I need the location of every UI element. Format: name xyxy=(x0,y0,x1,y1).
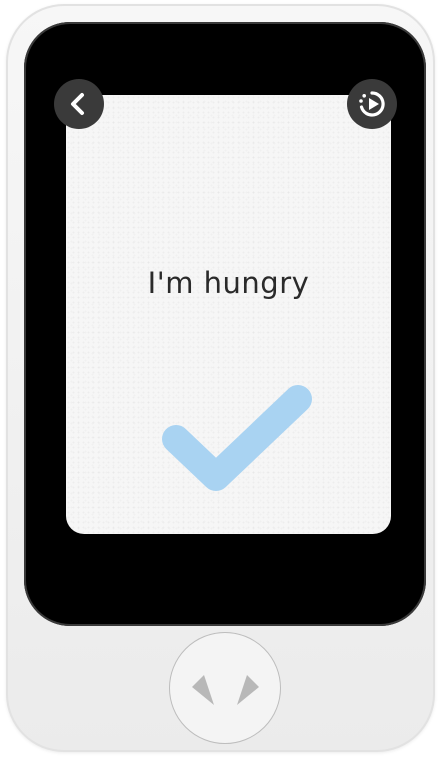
phrase-card: I'm hungry xyxy=(66,95,391,534)
checkmark-icon xyxy=(162,385,312,491)
back-button[interactable] xyxy=(54,79,104,129)
chevron-left-icon xyxy=(71,93,84,115)
replay-button[interactable] xyxy=(347,79,397,129)
replay-icon xyxy=(359,91,385,117)
talk-arrows-icon xyxy=(192,675,259,705)
talk-button[interactable] xyxy=(169,632,281,744)
phrase-text: I'm hungry xyxy=(147,266,310,300)
